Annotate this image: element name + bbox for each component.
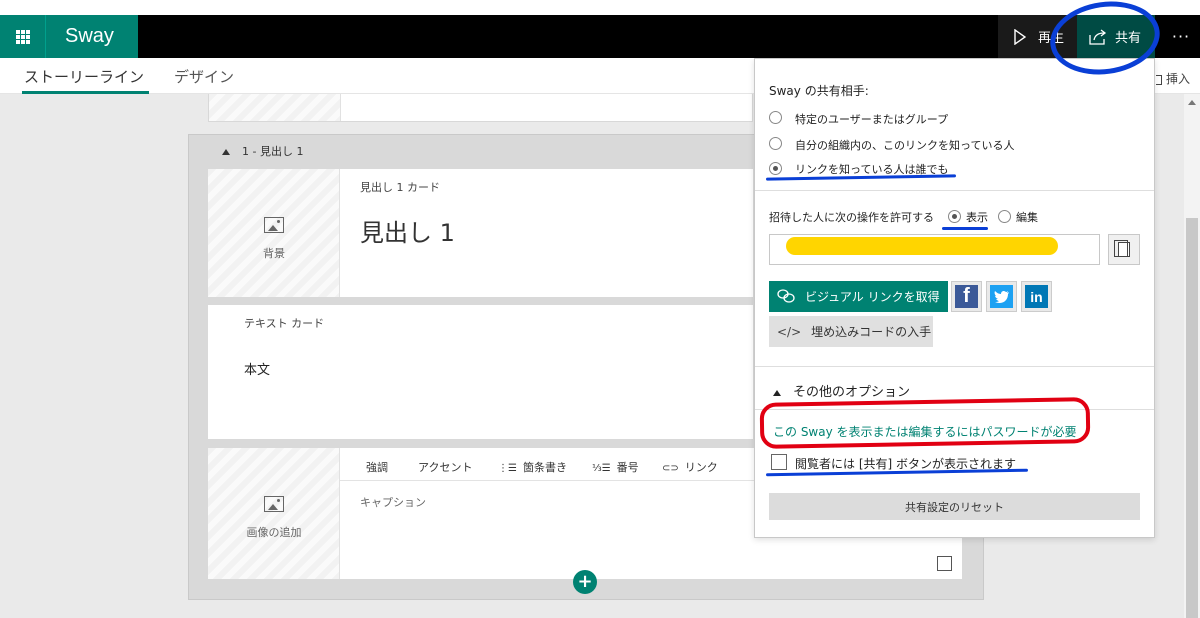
bullets-label: 箇条書き — [522, 461, 567, 474]
visual-link-label: ビジュアル リンクを取得 — [805, 290, 940, 304]
twitter-share-button[interactable] — [990, 285, 1013, 308]
card-type-label: 見出し 1 カード — [360, 181, 440, 194]
card-type-label: テキスト カード — [244, 317, 325, 330]
heading-text[interactable]: 見出し 1 — [360, 213, 455, 248]
more-options-button[interactable]: ··· — [1162, 15, 1200, 58]
tab-design[interactable]: デザイン — [174, 66, 234, 87]
previous-card[interactable] — [208, 94, 753, 122]
embed-label: 埋め込みコードの入手 — [811, 325, 932, 339]
collapse-icon — [773, 389, 781, 396]
section-title[interactable]: 1 - 見出し 1 — [222, 143, 303, 159]
radio-label[interactable]: 自分の組織内の、このリンクを知っている人 — [795, 137, 1014, 153]
play-icon — [1014, 28, 1026, 45]
image-slot[interactable]: 画像の追加 — [208, 448, 340, 579]
radio-edit[interactable] — [998, 210, 1011, 223]
copy-icon — [1114, 240, 1130, 257]
app-name[interactable]: Sway — [46, 15, 138, 58]
numbering-icon: ⅓☰ — [592, 462, 611, 474]
linkedin-share-button[interactable]: in — [1025, 285, 1048, 308]
link-button[interactable]: ⊂⊃ リンク — [662, 459, 718, 475]
annotation-underline — [942, 227, 988, 230]
share-with-heading: Sway の共有相手: — [769, 84, 869, 98]
annotation-redaction — [786, 237, 1058, 255]
body-text[interactable]: 本文 — [244, 359, 270, 378]
get-visual-link-button[interactable]: ビジュアル リンクを取得 — [769, 281, 948, 312]
image-icon — [264, 217, 284, 233]
radio-view[interactable] — [948, 210, 961, 223]
scroll-up-icon[interactable] — [1188, 100, 1196, 105]
numbering-label: 番号 — [616, 461, 639, 474]
insert-label: 挿入 — [1166, 72, 1191, 86]
more-options-toggle[interactable]: その他のオプション — [773, 381, 910, 400]
background-slot[interactable]: 背景 — [208, 169, 340, 297]
waffle-icon — [15, 29, 30, 44]
accent-button[interactable]: アクセント — [418, 459, 472, 475]
previous-card-hatch — [209, 94, 341, 121]
app-launcher-button[interactable] — [0, 15, 46, 58]
get-embed-code-button[interactable]: </> 埋め込みコードの入手 — [769, 316, 933, 347]
radio-org-link[interactable] — [769, 137, 782, 150]
radio-anyone-link[interactable] — [769, 162, 782, 175]
numbering-button[interactable]: ⅓☰ 番号 — [592, 459, 639, 475]
permission-label: 招待した人に次の操作を許可する — [769, 211, 934, 224]
background-label: 背景 — [263, 247, 285, 260]
emphasis-button[interactable]: 強調 — [366, 459, 388, 475]
code-icon: </> — [777, 324, 802, 339]
link-icon: ⊂⊃ — [662, 462, 679, 474]
image-icon — [264, 496, 284, 512]
radio-label[interactable]: 特定のユーザーまたはグループ — [795, 111, 948, 127]
insert-icon — [1156, 74, 1162, 85]
divider — [755, 366, 1154, 367]
show-share-button-checkbox[interactable] — [771, 454, 787, 470]
add-image-label: 画像の追加 — [246, 526, 302, 539]
collapse-icon[interactable] — [222, 149, 230, 155]
more-options-label: その他のオプション — [793, 385, 911, 400]
annotation-box-password — [759, 397, 1091, 449]
insert-button[interactable]: 挿入 — [1156, 70, 1190, 87]
section-title-text: 1 - 見出し 1 — [242, 145, 304, 158]
caption-input[interactable]: キャプション — [360, 494, 426, 510]
facebook-share-button[interactable]: f — [955, 285, 978, 308]
share-panel: Sway の共有相手: 特定のユーザーまたはグループ 自分の組織内の、このリンク… — [754, 58, 1155, 538]
divider — [755, 190, 1154, 191]
top-bar: Sway 再生 共有 ··· — [0, 15, 1200, 58]
add-card-button[interactable]: + — [573, 570, 597, 594]
radio-label[interactable]: 表示 — [966, 209, 988, 225]
bullets-button[interactable]: ⋮☰ 箇条書き — [498, 459, 567, 475]
tab-storyline[interactable]: ストーリーライン — [24, 66, 144, 87]
radio-specific-users[interactable] — [769, 111, 782, 124]
twitter-bird-icon — [994, 290, 1009, 303]
heading-card[interactable]: 背景 見出し 1 カード 見出し 1 — [208, 169, 753, 297]
scrollbar-thumb[interactable] — [1186, 218, 1198, 618]
copy-link-button[interactable] — [1108, 234, 1140, 265]
chain-link-icon — [777, 289, 795, 303]
link-label: リンク — [684, 461, 718, 474]
text-card[interactable]: テキスト カード 本文 — [208, 305, 753, 439]
bullets-icon: ⋮☰ — [498, 462, 517, 474]
radio-label[interactable]: 編集 — [1016, 209, 1038, 225]
card-checkbox[interactable] — [937, 556, 952, 571]
reset-sharing-button[interactable]: 共有設定のリセット — [769, 493, 1140, 520]
